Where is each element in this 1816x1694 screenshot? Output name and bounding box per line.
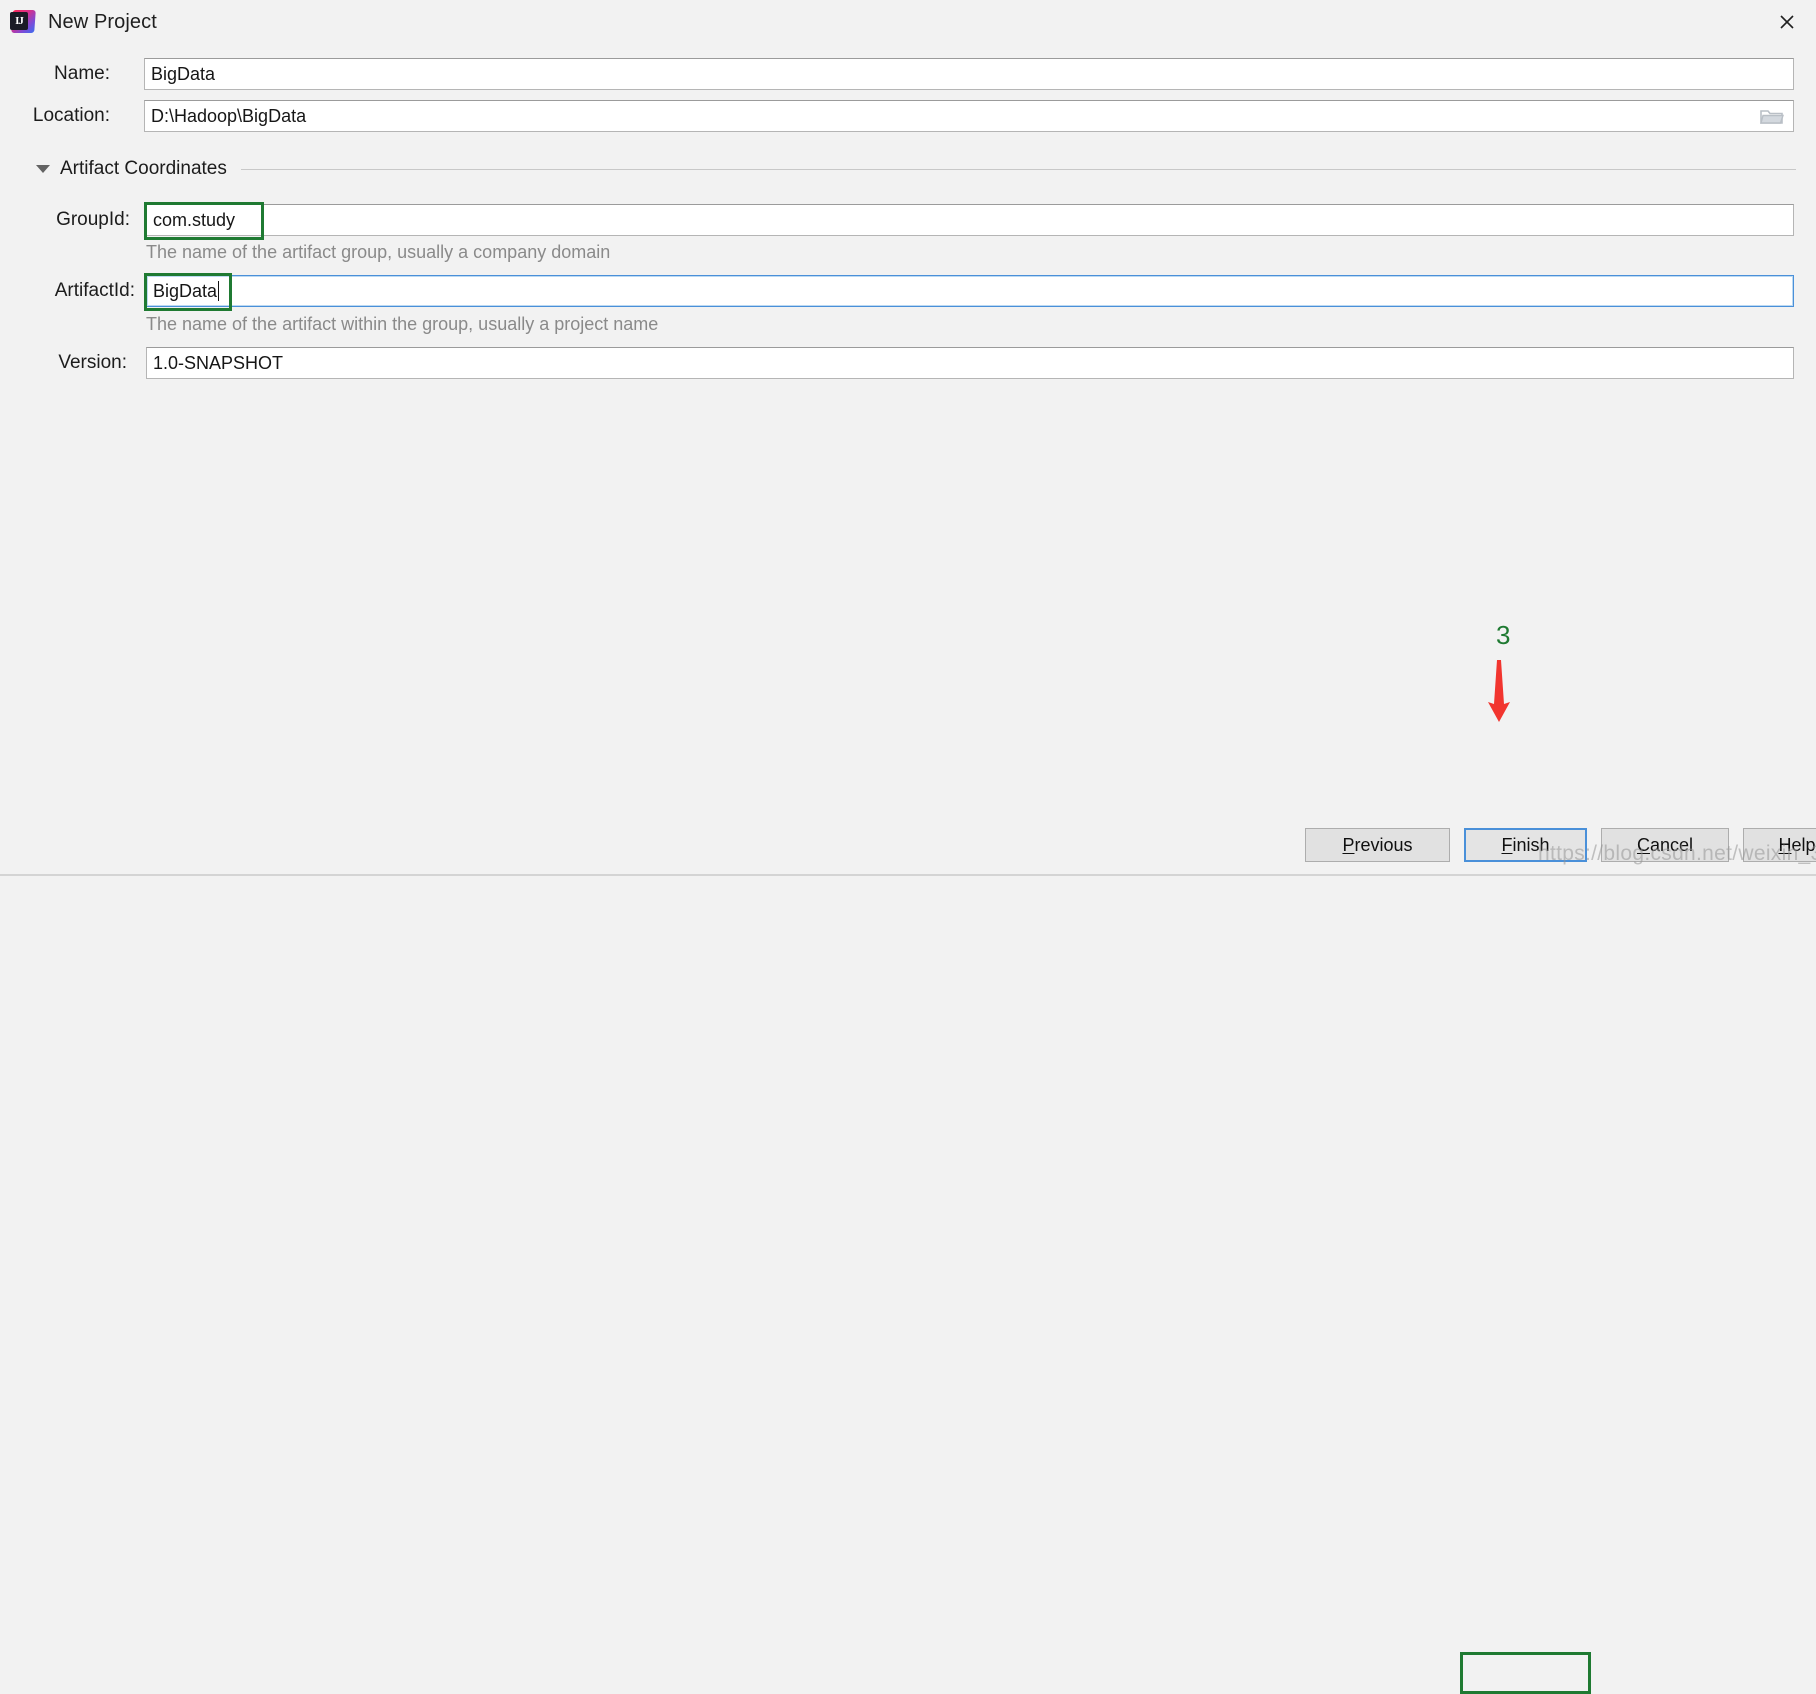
artifactid-hint: The name of the artifact within the grou…	[146, 314, 659, 334]
groupid-hint: The name of the artifact group, usually …	[146, 242, 611, 262]
location-input[interactable]: D:\Hadoop\BigData	[144, 100, 1794, 132]
dialog-titlebar: IJ New Project	[0, 0, 1816, 44]
close-icon[interactable]	[1758, 0, 1816, 44]
previous-button-label: Previous	[1342, 834, 1413, 855]
name-input[interactable]: BigData	[144, 58, 1794, 90]
version-label: Version:	[58, 352, 127, 373]
groupid-input-value: com.study	[153, 210, 236, 230]
artifactid-input[interactable]: BigData	[146, 275, 1794, 307]
location-input-value: D:\Hadoop\BigData	[151, 106, 307, 126]
finish-highlight-box	[1460, 1652, 1591, 1694]
name-input-value: BigData	[151, 64, 216, 84]
name-label: Name:	[54, 63, 110, 84]
text-caret	[218, 281, 220, 301]
artifact-coordinates-title: Artifact Coordinates	[60, 158, 227, 179]
location-label: Location:	[32, 105, 110, 126]
groupid-label: GroupId:	[56, 209, 130, 230]
folder-icon[interactable]	[1759, 106, 1785, 126]
step-number-annotation: 3	[1496, 620, 1511, 650]
groupid-input[interactable]: com.study	[146, 204, 1794, 236]
new-project-form: Name: BigData Location: D:\Hadoop\BigDat…	[0, 44, 1816, 814]
artifactid-label: ArtifactId:	[54, 280, 135, 301]
section-divider	[240, 168, 1796, 170]
version-input-value: 1.0-SNAPSHOT	[153, 353, 284, 373]
artifact-coordinates-section-header[interactable]: Artifact Coordinates	[36, 156, 1816, 182]
watermark: https://blog.csdn.net/weixin_39868387	[1538, 842, 1816, 865]
artifactid-input-value: BigData	[153, 281, 218, 301]
version-input[interactable]: 1.0-SNAPSHOT	[146, 347, 1794, 379]
red-down-arrow-icon	[1470, 660, 1530, 722]
intellij-idea-logo-icon: IJ	[10, 9, 36, 35]
previous-button[interactable]: Previous	[1305, 828, 1450, 862]
dialog-title: New Project	[48, 10, 157, 33]
chevron-down-icon[interactable]	[36, 165, 50, 173]
